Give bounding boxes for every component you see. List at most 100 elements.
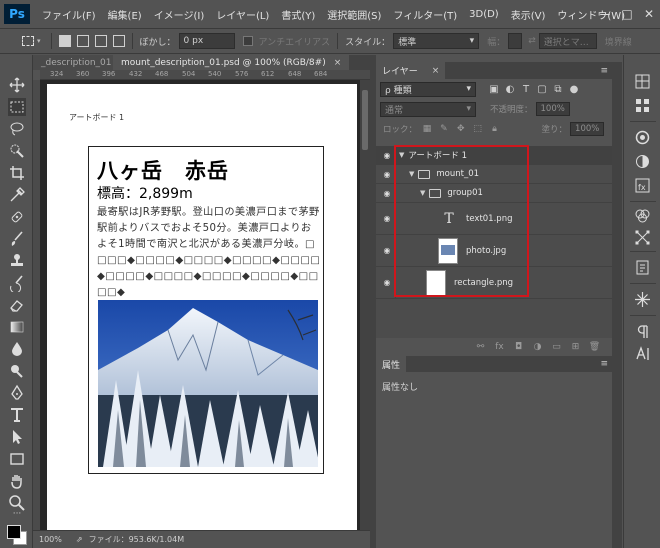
maximize-button[interactable]: □ [616,7,638,21]
subtract-selection-icon[interactable] [94,35,107,47]
eraser-icon[interactable] [8,296,26,314]
scrollbar-thumb[interactable] [362,90,368,150]
zoom-level[interactable]: 100% [39,535,62,544]
visibility-eye-icon[interactable]: ◉ [381,214,393,223]
preset-dropdown-icon[interactable]: ▾ [37,37,41,45]
tab-layers[interactable]: レイヤー × [376,62,446,79]
adjustment-layer-icon[interactable]: ◑ [528,342,547,352]
blend-mode-select[interactable]: 通常 ▾ [380,101,476,117]
eyedropper-icon[interactable] [8,186,26,204]
close-panel-icon[interactable]: × [432,66,440,76]
menu-view[interactable]: 表示(V) [505,7,552,22]
add-mask-icon[interactable]: ◘ [509,342,528,352]
marquee-tool-preset-icon[interactable] [22,36,34,46]
swatches-panel-icon[interactable] [634,97,651,114]
visibility-eye-icon[interactable]: ◉ [381,170,393,179]
width-input[interactable] [508,33,523,49]
history-brush-icon[interactable] [8,274,26,294]
tab-properties[interactable]: 属性 [376,356,407,372]
document-tab-active[interactable]: mount_description_01.psd @ 100% (RGB/8#)… [113,55,350,70]
blur-icon[interactable] [8,340,26,358]
new-group-icon[interactable]: ▭ [547,342,566,352]
channels-panel-icon[interactable] [634,207,651,224]
panel-menu-icon[interactable]: ≡ [600,359,608,369]
visibility-eye-icon[interactable]: ◉ [381,246,393,255]
lock-transparent-icon[interactable]: ▦ [420,124,434,134]
paragraph-panel-icon[interactable] [634,323,651,340]
rectangular-marquee-icon[interactable] [8,98,26,116]
minimize-button[interactable]: ー [594,6,616,23]
lasso-icon[interactable] [8,120,26,138]
foreground-color-swatch[interactable] [7,525,21,539]
libraries-panel-icon[interactable] [634,129,651,146]
fill-label: 塗り： [541,125,568,135]
filter-pixel-icon[interactable]: ▣ [486,84,502,95]
swap-icon[interactable]: ⇄ [528,36,536,46]
menu-image[interactable]: イメージ(I) [148,7,211,22]
artboard-label[interactable]: アートボード 1 [69,112,124,123]
adjustments-panel-icon[interactable] [634,153,651,170]
opacity-input[interactable]: 100% [535,102,570,116]
visibility-eye-icon[interactable]: ◉ [381,189,393,198]
color-panel-icon[interactable] [634,73,651,90]
close-tab-icon[interactable]: × [334,58,342,68]
panel-menu-icon[interactable]: ≡ [600,66,608,76]
type-tool-icon[interactable] [8,406,26,424]
lock-position-icon[interactable]: ✥ [454,124,468,134]
filter-type-icon[interactable]: T [518,84,534,95]
brush-settings-icon[interactable] [634,291,651,308]
close-window-button[interactable]: ✕ [638,7,660,21]
new-layer-icon[interactable]: ⊞ [566,342,585,352]
pen-icon[interactable] [8,384,26,402]
panel-scrollbar[interactable] [612,62,622,548]
menu-3d[interactable]: 3D(D) [463,9,505,20]
link-layers-icon[interactable]: ⚯ [471,342,490,352]
share-icon[interactable]: ⇗ [76,535,83,544]
crop-icon[interactable] [8,164,26,182]
document-tab-inactive[interactable]: _description_01 [33,55,113,70]
character-panel-icon[interactable] [634,345,651,362]
add-selection-icon[interactable] [76,35,89,47]
move-tool-icon[interactable] [8,76,26,94]
gradient-icon[interactable] [8,318,26,336]
lock-artboard-icon[interactable]: ⬚ [471,124,485,134]
filter-shape-icon[interactable]: ▢ [534,84,550,95]
style-select[interactable]: 標準 ▾ [393,33,480,49]
file-info[interactable]: ファイル：953.6K/1.04M [89,534,185,545]
fx-icon[interactable]: fx [490,342,509,352]
more-tools-icon[interactable]: ··· [8,510,26,519]
filter-adjustment-icon[interactable]: ◐ [502,84,518,95]
visibility-eye-icon[interactable]: ◉ [381,278,393,287]
lock-pixels-icon[interactable]: ✎ [437,124,451,134]
visibility-eye-icon[interactable]: ◉ [381,151,393,160]
rectangle-tool-icon[interactable] [8,450,26,468]
menu-type[interactable]: 書式(Y) [275,7,321,22]
fill-input[interactable]: 100% [570,122,605,136]
history-panel-icon[interactable] [634,259,651,276]
intersect-selection-icon[interactable] [112,35,125,47]
menu-file[interactable]: ファイル(F) [36,7,102,22]
new-selection-icon[interactable] [58,35,71,47]
clone-stamp-icon[interactable] [8,252,26,270]
menu-filter[interactable]: フィルター(T) [387,7,463,22]
antialias-checkbox[interactable] [242,36,253,46]
quick-select-icon[interactable] [8,142,26,160]
lock-all-icon[interactable]: 🔒︎ [488,124,502,134]
hand-icon[interactable] [8,472,26,490]
menu-edit[interactable]: 編集(E) [102,7,148,22]
select-and-mask-button[interactable]: 選択とマ… [538,33,597,49]
filter-toggle-icon[interactable]: ● [566,84,582,95]
path-selection-icon[interactable] [8,428,26,446]
menu-select[interactable]: 選択範囲(S) [321,7,387,22]
filter-smart-object-icon[interactable]: ⧉ [550,84,566,95]
paths-panel-icon[interactable] [634,229,651,246]
styles-panel-icon[interactable]: fx [634,177,651,194]
filter-kind-select[interactable]: ρ 種類 ▾ [380,81,476,97]
brush-icon[interactable] [8,230,26,248]
trash-icon[interactable]: 🗑︎ [585,342,604,352]
dodge-icon[interactable] [8,362,26,380]
mountain-card: 八ヶ岳 赤岳 標高：2,899m 最寄駅はJR茅野駅。登山口の美濃戸口まで茅野駅… [88,146,324,474]
healing-brush-icon[interactable] [8,208,26,226]
feather-input[interactable]: 0 px [178,33,235,49]
menu-layer[interactable]: レイヤー(L) [210,7,275,22]
